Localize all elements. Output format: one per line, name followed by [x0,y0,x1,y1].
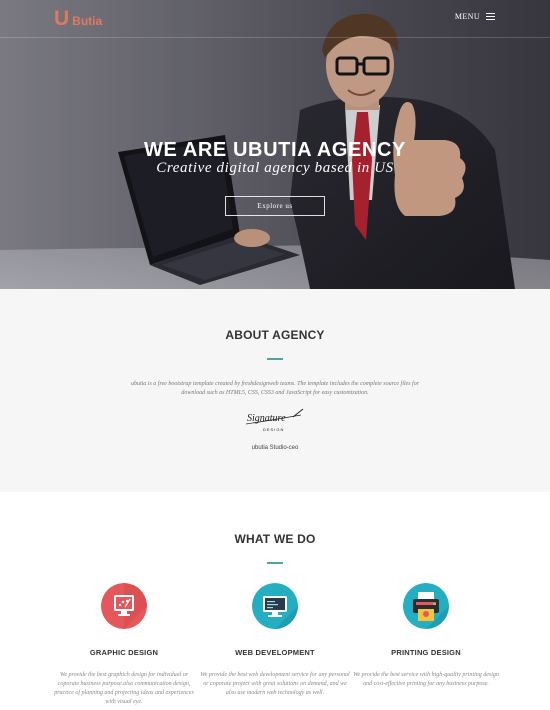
service-desc: We provide the best service with high-qu… [353,672,499,687]
hero-title-text: WE ARE UBUTIA AGENCY [144,139,406,161]
about-section: ABOUT AGENCY ubutia is a free bootstrap … [0,289,550,492]
service-desc: We provide the best graphich design for … [54,672,194,705]
about-title: ABOUT AGENCY [225,328,325,342]
graphic-design-icon[interactable] [101,583,147,629]
logo-mark: U [54,7,70,30]
service-name: WEB DEVELOPMENT [235,648,315,657]
web-development-icon[interactable] [252,583,298,629]
service-name: PRINTING DESIGN [391,648,461,657]
services-title: WHAT WE DO [234,532,316,546]
services-section: WHAT WE DO GRAPHIC DESIGN We provide the… [0,492,550,710]
about-text: ubutia is a free bootstrap template crea… [130,381,420,396]
service-name: GRAPHIC DESIGN [89,648,159,657]
top-navbar: U Butia MENU [0,0,550,38]
printer-icon[interactable] [403,583,449,629]
ceo-caption: ubutia Studio-ceo [251,445,299,451]
explore-button[interactable]: Explore us [225,196,325,216]
service-desc: We provide the best web development serv… [200,672,350,696]
services-divider [267,562,283,564]
hero-title: WE ARE UBUTIA AGENCY [0,139,550,162]
hero-subtitle: Creative digital agency based in US [156,160,394,176]
signature-image: Signature DESIGN [245,408,304,432]
about-divider [267,358,283,360]
logo-text: Butia [72,14,103,28]
logo[interactable]: U Butia [54,8,102,30]
signature-sub-text: DESIGN [263,427,284,432]
menu-button[interactable]: MENU [455,9,495,23]
menu-label: MENU [454,11,480,21]
hamburger-icon [486,12,495,20]
hero-section: U Butia MENU WE ARE UBUTIA AGENCY Creati… [0,0,550,289]
